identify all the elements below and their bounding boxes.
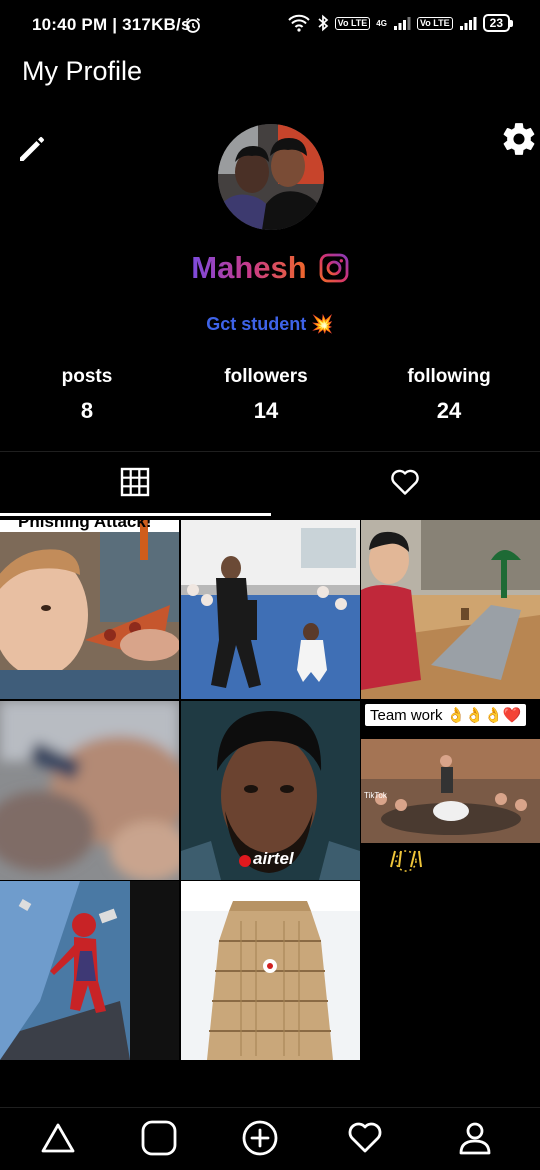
nav-home[interactable]	[36, 1118, 80, 1162]
nav-search[interactable]	[137, 1118, 181, 1162]
page-title: My Profile	[22, 56, 143, 86]
status-time: 10:40 PM | 317KB/s	[32, 15, 191, 34]
volte-badge-2: Vo LTE	[416, 16, 453, 30]
posts-grid: Phishing Attack! airtel Team work 👌👌👌❤️ …	[0, 520, 540, 1060]
wifi-icon	[287, 14, 311, 32]
profile-stats: posts 8 followers 14 following 24	[0, 366, 540, 426]
stat-followers[interactable]: followers 14	[196, 366, 336, 424]
post-brand-label: airtel	[253, 849, 294, 868]
profile-bio: Gct student 💥	[0, 314, 540, 335]
avatar[interactable]	[218, 124, 324, 230]
post-thumbnail[interactable]	[361, 520, 540, 699]
alarm-icon	[184, 16, 202, 39]
tab-liked[interactable]	[270, 452, 540, 516]
post-thumbnail[interactable]	[0, 881, 179, 1060]
add-post-icon	[241, 1119, 279, 1162]
active-tab-indicator	[0, 513, 271, 516]
profile-name: Mahesh	[191, 250, 307, 285]
stat-label: following	[407, 366, 491, 387]
home-triangle-icon	[40, 1121, 76, 1160]
post-thumbnail[interactable]	[181, 881, 360, 1060]
pencil-icon	[16, 136, 48, 169]
bio-emoji: 💥	[311, 314, 334, 334]
post-thumbnail[interactable]: Phishing Attack!	[0, 520, 179, 699]
stat-label: posts	[61, 366, 113, 387]
activity-heart-icon	[347, 1121, 383, 1160]
stat-label: followers	[224, 366, 308, 387]
signal-icon-1	[393, 15, 411, 31]
tab-posts-grid[interactable]	[0, 452, 270, 516]
battery-indicator: 23	[482, 14, 514, 32]
post-thumbnail[interactable]	[181, 520, 360, 699]
bottom-nav-divider	[0, 1107, 540, 1108]
nav-add-post[interactable]	[238, 1118, 282, 1162]
tiktok-label: TikTok	[364, 791, 387, 800]
post-thumbnail[interactable]	[0, 701, 179, 880]
search-square-icon	[140, 1119, 178, 1162]
stat-following[interactable]: following 24	[379, 366, 519, 424]
profile-icon	[457, 1120, 493, 1161]
instagram-icon[interactable]	[319, 253, 349, 283]
post-thumbnail[interactable]: Team work 👌👌👌❤️ TikTok	[361, 701, 540, 880]
nav-activity[interactable]	[343, 1118, 387, 1162]
volte-badge-1: Vo LTE	[334, 16, 371, 30]
post-caption: Team work 👌👌👌❤️	[365, 704, 527, 726]
stat-value: 24	[436, 398, 462, 423]
heart-icon	[390, 468, 420, 501]
post-caption: Phishing Attack!	[18, 520, 152, 531]
grid-icon	[120, 467, 150, 502]
bluetooth-icon	[317, 14, 329, 32]
nav-profile[interactable]	[453, 1118, 497, 1162]
stat-value: 14	[253, 398, 279, 423]
network-type: 4G	[376, 18, 387, 28]
username-row: Mahesh	[0, 250, 540, 286]
bio-text: Gct student	[206, 314, 307, 334]
signal-icon-2	[459, 15, 477, 31]
post-thumbnail[interactable]: airtel	[181, 701, 360, 880]
status-bar: 10:40 PM | 317KB/s Vo LTE 4G Vo LTE 23	[0, 0, 540, 50]
gear-icon	[500, 123, 538, 162]
stat-posts[interactable]: posts 8	[17, 366, 157, 424]
edit-profile-button[interactable]	[16, 133, 48, 165]
stat-value: 8	[80, 398, 94, 423]
settings-button[interactable]	[500, 120, 540, 158]
